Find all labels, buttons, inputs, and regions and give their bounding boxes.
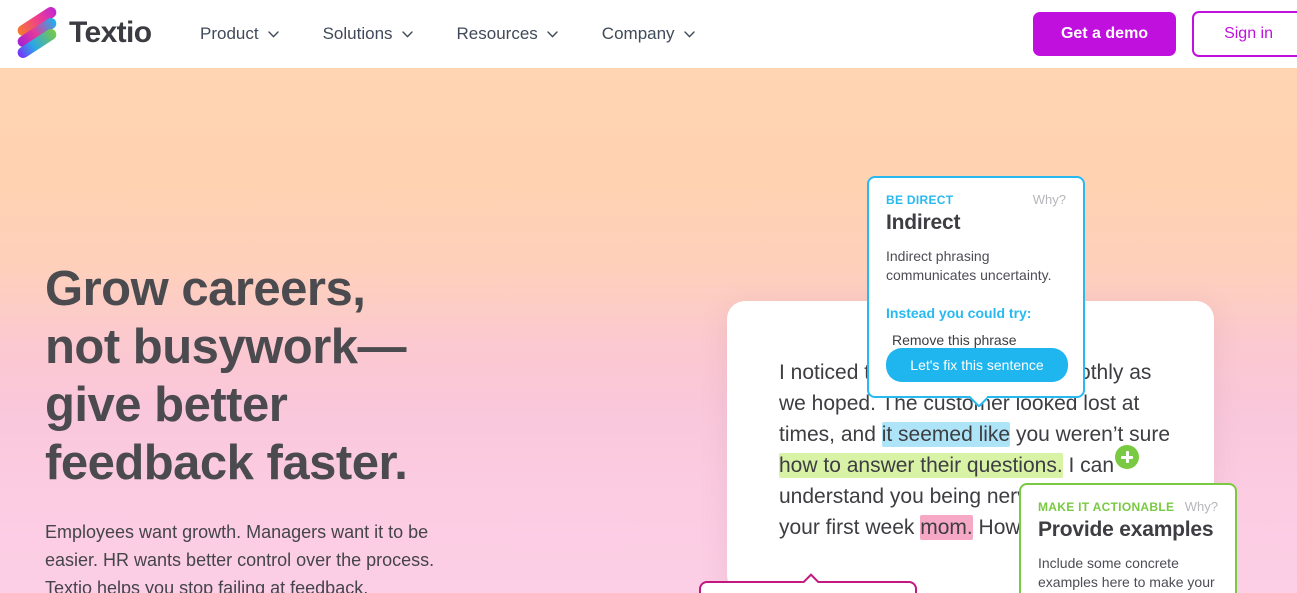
page-title: Grow careers, not busywork— give better … [45,260,515,492]
why-link[interactable]: Why? [1185,499,1218,514]
suggestion-option[interactable]: Remove this phrase [886,332,1066,348]
suggestion-card-be-direct[interactable]: BE DIRECT Why? Indirect Indirect phrasin… [867,176,1085,398]
headline-line: give better [45,378,288,432]
headline-line: Grow careers, [45,262,366,316]
header-actions: Get a demo Sign in [1032,11,1297,57]
site-header: Textio Product Solutions Resources Compa… [0,0,1297,68]
logo[interactable]: Textio [14,4,152,61]
get-a-demo-button[interactable]: Get a demo [1032,12,1177,56]
sign-in-button[interactable]: Sign in [1192,11,1297,57]
suggestion-card-pink[interactable] [699,581,917,593]
subcopy-line: easier. HR wants better control over the… [45,550,435,570]
chevron-down-icon [547,30,558,38]
why-link[interactable]: Why? [1033,192,1066,207]
nav-item-label: Product [200,24,259,43]
nav-item-label: Resources [456,24,538,43]
add-suggestion-plus-icon[interactable] [1115,445,1139,469]
chevron-down-icon [267,30,279,38]
suggestion-title: Provide examples [1038,518,1214,541]
suggestion-description: Include some concrete examples here to m… [1038,555,1215,590]
suggestion-category-label: MAKE IT ACTIONABLE [1038,500,1175,514]
editor-highlight-indirect[interactable]: it seemed like [881,422,1011,447]
hero-copy: Grow careers, not busywork— give better … [45,260,515,593]
textio-logo-icon [14,4,60,61]
fix-sentence-button[interactable]: Let's fix this sentence [886,348,1068,382]
nav-item-solutions[interactable]: Solutions [323,24,413,44]
hero-subcopy: Employees want growth. Managers want it … [45,518,515,593]
subcopy-line: Employees want growth. Managers want it … [45,522,429,542]
headline-line: not busywork— [45,320,407,374]
editor-segment-plain: I noticed [779,361,865,384]
suggestion-card-make-it-actionable[interactable]: MAKE IT ACTIONABLE Why? Provide examples… [1019,483,1237,593]
hero-section: Grow careers, not busywork— give better … [0,68,1297,593]
tooltip-pointer-down-icon [967,396,987,407]
editor-highlight-mom[interactable]: mom. [920,515,973,540]
editor-highlight-actionable[interactable]: how to answer their questions. [779,453,1063,478]
main-nav: Product Solutions Resources Company [200,0,695,68]
suggestion-category-label: BE DIRECT [886,193,954,207]
suggestion-description: Indirect phrasing communicates uncertain… [886,248,1052,283]
chevron-down-icon [401,30,413,38]
tooltip-pointer-up-icon [799,572,819,583]
suggestion-alternatives-label: Instead you could try: [886,305,1032,321]
subcopy-line: Textio helps you stop failing at feedbac… [45,578,369,593]
nav-item-label: Solutions [322,24,393,43]
chevron-down-icon [683,30,695,38]
nav-item-resources[interactable]: Resources [457,24,558,44]
nav-item-label: Company [601,24,675,43]
nav-item-product[interactable]: Product [200,24,279,44]
editor-segment-plain: you weren’t sure [1010,423,1171,446]
headline-line: feedback faster. [45,436,408,490]
suggestion-title: Indirect [886,211,961,234]
nav-item-company[interactable]: Company [602,24,695,44]
logo-wordmark: Textio [69,16,152,49]
